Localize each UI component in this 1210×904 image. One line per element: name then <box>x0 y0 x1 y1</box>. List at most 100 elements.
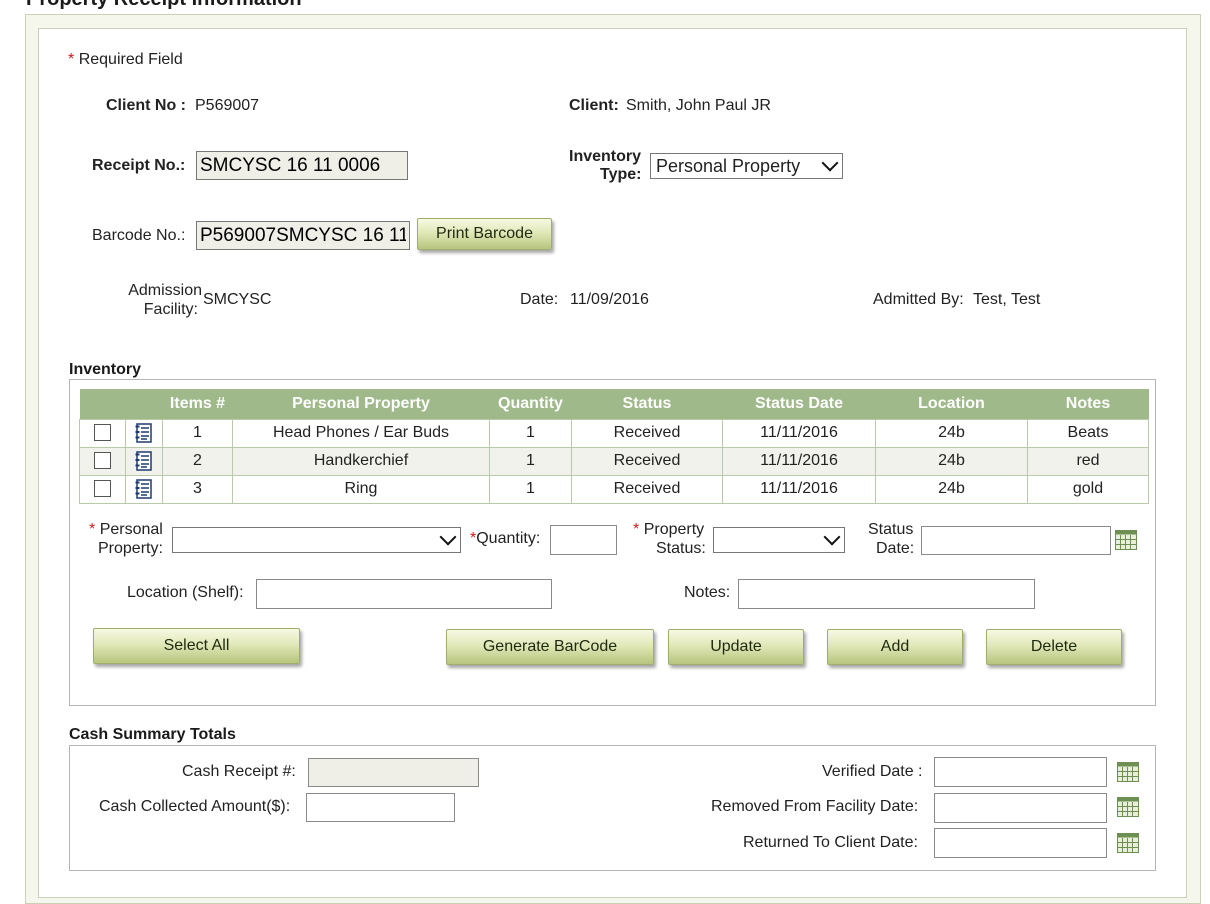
column-header: Items # <box>162 389 233 419</box>
personal-property-select[interactable] <box>172 527 461 553</box>
calendar-icon[interactable] <box>1117 797 1139 822</box>
admission-facility-label-1: Admission <box>128 282 202 299</box>
client-name-value: Smith, John Paul JR <box>626 97 771 114</box>
admitted-by-value: Test, Test <box>973 291 1041 308</box>
update-button[interactable]: Update <box>668 629 804 665</box>
date-label: Date: <box>520 291 559 308</box>
status-date-label-1: Status <box>868 521 914 538</box>
client-no-value: P569007 <box>195 97 260 114</box>
required-note-text: Required Field <box>78 51 183 68</box>
icon-column-header <box>125 389 163 419</box>
date-value: 11/09/2016 <box>570 291 649 308</box>
property-status-label-1: * Property <box>633 521 704 539</box>
chevron-down-icon <box>821 154 839 172</box>
row-checkbox-cell <box>79 474 126 504</box>
location-shelf-input[interactable] <box>256 579 552 609</box>
column-header: Status Date <box>722 389 876 419</box>
property-cell: Head Phones / Ear Buds <box>232 418 490 448</box>
item-number-cell: 1 <box>162 418 233 448</box>
cash-collected-input[interactable] <box>306 793 455 822</box>
property-status-label-text: Property <box>643 521 705 538</box>
print-barcode-button[interactable]: Print Barcode <box>417 218 552 250</box>
document-list-icon[interactable] <box>135 423 153 443</box>
property-status-select[interactable] <box>713 527 845 553</box>
admission-facility-label-2: Facility: <box>143 301 198 318</box>
inventory-type-select[interactable]: Personal Property <box>650 153 843 179</box>
quantity-label: *Quantity: <box>470 530 540 548</box>
status-date-cell: 11/11/2016 <box>722 418 876 448</box>
required-marker: * <box>68 51 75 68</box>
calendar-icon[interactable] <box>1117 833 1139 858</box>
returned-date-label: Returned To Client Date: <box>743 834 918 851</box>
cash-collected-label: Cash Collected Amount($): <box>99 798 291 815</box>
row-checkbox[interactable] <box>94 424 111 442</box>
personal-property-label-text: Personal <box>99 521 163 538</box>
add-button[interactable]: Add <box>827 629 963 665</box>
required-note: * Required Field <box>68 51 183 69</box>
select-all-button[interactable]: Select All <box>93 628 300 664</box>
verified-date-label: Verified Date : <box>822 763 923 780</box>
table-row: 2 Handkerchief 1 Received 11/11/2016 24b… <box>79 446 1149 476</box>
row-checkbox[interactable] <box>94 480 111 498</box>
generate-barcode-button[interactable]: Generate BarCode <box>446 629 654 665</box>
item-number-cell: 2 <box>162 446 233 476</box>
property-status-label-2: Status: <box>656 540 706 557</box>
column-header: Quantity <box>489 389 572 419</box>
chevron-down-icon <box>439 528 457 546</box>
inventory-type-value: Personal Property <box>656 156 801 176</box>
quantity-cell: 1 <box>489 474 572 504</box>
table-row: 3 Ring 1 Received 11/11/2016 24b gold <box>79 474 1149 504</box>
property-cell: Handkerchief <box>232 446 490 476</box>
calendar-icon[interactable] <box>1115 530 1137 555</box>
row-checkbox-cell <box>79 446 126 476</box>
cash-receipt-field[interactable] <box>308 758 479 787</box>
personal-property-label-1: * Personal <box>89 521 163 539</box>
row-icon-cell <box>125 446 163 476</box>
status-date-cell: 11/11/2016 <box>722 474 876 504</box>
document-list-icon[interactable] <box>135 479 153 499</box>
inventory-type-label-1: Inventory <box>569 148 642 165</box>
location-shelf-label: Location (Shelf): <box>127 584 244 601</box>
quantity-cell: 1 <box>489 446 572 476</box>
location-cell: 24b <box>875 418 1028 448</box>
cash-summary-title: Cash Summary Totals <box>69 726 236 743</box>
admission-facility-value: SMCYSC <box>203 291 272 308</box>
receipt-no-label: Receipt No.: <box>92 157 186 174</box>
column-header: Status <box>571 389 723 419</box>
status-date-input[interactable] <box>921 526 1111 555</box>
column-header: Notes <box>1027 389 1149 419</box>
status-date-cell: 11/11/2016 <box>722 446 876 476</box>
personal-property-label-2: Property: <box>98 540 163 557</box>
column-header: Personal Property <box>232 389 490 419</box>
row-icon-cell <box>125 418 163 448</box>
status-cell: Received <box>571 418 723 448</box>
barcode-field[interactable] <box>196 221 410 250</box>
property-cell: Ring <box>232 474 490 504</box>
table-header-row: Items # Personal Property Quantity Statu… <box>79 389 1149 419</box>
inventory-table: Items # Personal Property Quantity Statu… <box>79 389 1149 504</box>
inventory-type-label-2: Type: <box>600 166 642 183</box>
status-cell: Received <box>571 446 723 476</box>
row-checkbox[interactable] <box>94 452 111 470</box>
required-marker: * <box>633 521 640 538</box>
removed-date-input[interactable] <box>934 793 1107 823</box>
location-cell: 24b <box>875 474 1028 504</box>
cash-receipt-label: Cash Receipt #: <box>182 763 296 780</box>
document-list-icon[interactable] <box>135 451 153 471</box>
notes-cell: Beats <box>1027 418 1149 448</box>
item-number-cell: 3 <box>162 474 233 504</box>
receipt-no-field[interactable] <box>196 151 408 180</box>
quantity-input[interactable] <box>550 525 617 555</box>
admitted-by-label: Admitted By: <box>873 291 964 308</box>
calendar-icon[interactable] <box>1117 762 1139 787</box>
status-date-label-2: Date: <box>876 540 915 557</box>
returned-date-input[interactable] <box>934 828 1107 858</box>
chevron-down-icon <box>823 528 841 546</box>
select-column-header <box>79 389 126 419</box>
verified-date-input[interactable] <box>934 757 1107 787</box>
delete-button[interactable]: Delete <box>986 629 1122 665</box>
column-header: Location <box>875 389 1028 419</box>
notes-cell: gold <box>1027 474 1149 504</box>
notes-input[interactable] <box>738 579 1035 609</box>
required-marker: * <box>89 521 96 538</box>
